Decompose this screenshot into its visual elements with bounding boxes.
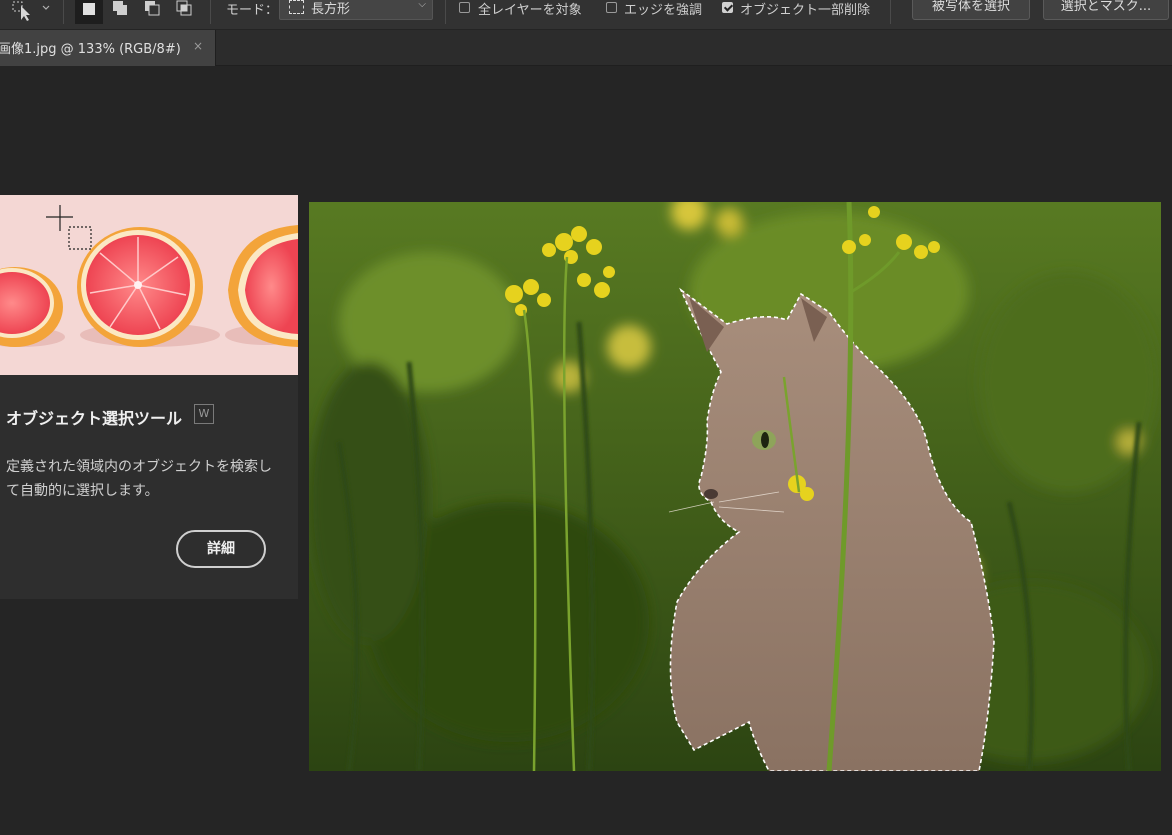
tool-tooltip-panel: オブジェクト選択ツール W 定義された領域内のオブジェクトを検索して自動的に選択… (0, 195, 298, 599)
grapefruit-illustration (0, 205, 298, 347)
new-selection-mode-button[interactable] (75, 0, 103, 24)
options-bar: モード： 長方形 ⌵ 全レイヤーを対象 エッジを強調 オブジェクト一部削除 被写… (0, 0, 1172, 30)
hard-edge-checkbox[interactable] (606, 2, 617, 13)
tooltip-description: 定義された領域内のオブジェクトを検索して自動的に選択します。 (6, 459, 272, 499)
object-selection-tool-icon[interactable] (12, 0, 52, 22)
intersect-with-selection-mode-button[interactable] (171, 0, 199, 24)
sample-all-layers-label: 全レイヤーを対象 (478, 3, 582, 18)
object-subtract-checkbox[interactable] (722, 2, 733, 13)
document-tab[interactable]: 画像1.jpg @ 133% (RGB/8#) × (0, 30, 216, 66)
subtract-from-selection-mode-button[interactable] (139, 0, 167, 24)
object-subtract-label: オブジェクト一部削除 (740, 3, 871, 18)
tooltip-title: オブジェクト選択ツール (6, 409, 183, 428)
add-to-selection-mode-button[interactable] (107, 0, 135, 24)
rectangle-marquee-icon (289, 0, 304, 14)
select-and-mask-button[interactable]: 選択とマスク... (1043, 0, 1169, 20)
document-tab-title: 画像1.jpg @ 133% (RGB/8#) (0, 42, 181, 57)
crosshair-cursor-icon (46, 205, 92, 250)
mode-label: モード： (226, 3, 279, 18)
shortcut-key-badge: W (194, 404, 214, 424)
mode-shape-select[interactable]: 長方形 ⌵ (279, 0, 433, 20)
select-subject-button[interactable]: 被写体を選択 (912, 0, 1030, 20)
document-tab-bar: 画像1.jpg @ 133% (RGB/8#) × (0, 30, 1172, 66)
document-canvas[interactable] (309, 202, 1161, 771)
sample-all-layers-checkbox[interactable] (459, 2, 470, 13)
chevron-down-icon: ⌵ (418, 0, 426, 10)
learn-more-button[interactable]: 詳細 (176, 530, 266, 568)
close-icon[interactable]: × (193, 39, 203, 53)
hard-edge-label: エッジを強調 (624, 3, 703, 18)
cat-in-meadow-photo (309, 202, 1161, 771)
tooltip-preview-image (0, 195, 298, 375)
mode-shape-value: 長方形 (311, 2, 351, 17)
